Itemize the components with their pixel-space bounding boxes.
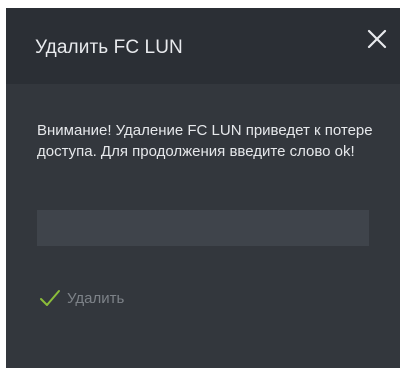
delete-fc-lun-dialog: Удалить FC LUN Внимание! Удаление FC LUN… (6, 8, 400, 368)
delete-button-label: Удалить (67, 289, 125, 307)
close-button[interactable] (364, 26, 390, 52)
dialog-header: Удалить FC LUN (6, 8, 400, 84)
check-icon (39, 288, 61, 308)
warning-message: Внимание! Удаление FC LUN приведет к пот… (37, 122, 373, 160)
close-icon (364, 26, 390, 52)
delete-button[interactable]: Удалить (39, 286, 124, 310)
dialog-title: Удалить FC LUN (35, 37, 183, 58)
confirmation-input[interactable] (37, 210, 369, 246)
